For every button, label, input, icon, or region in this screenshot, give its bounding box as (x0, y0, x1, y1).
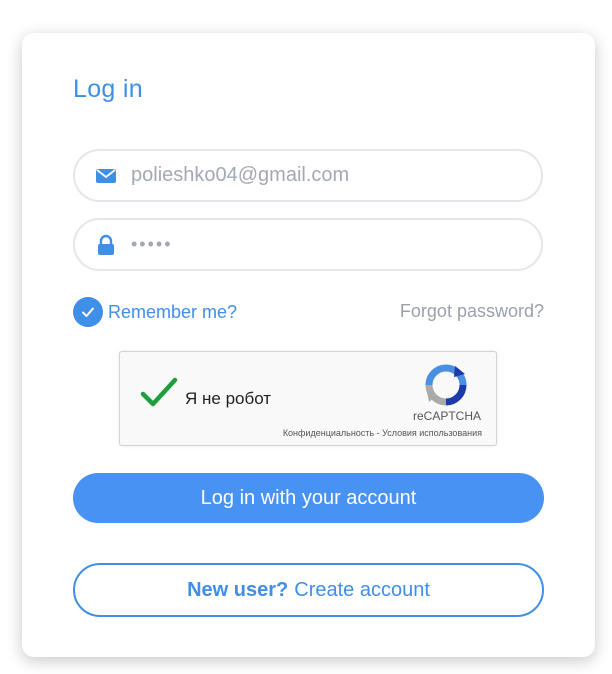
login-button[interactable]: Log in with your account (73, 473, 544, 523)
recaptcha-legal-links[interactable]: Конфиденциальность - Условия использован… (283, 428, 482, 438)
check-icon[interactable] (73, 297, 103, 327)
password-input[interactable] (131, 220, 521, 269)
new-user-prefix: New user? (187, 578, 289, 601)
create-account-button[interactable]: New user? Create account (73, 563, 544, 617)
email-input[interactable] (131, 151, 521, 200)
password-field[interactable] (73, 218, 543, 271)
recaptcha-widget[interactable]: Я не робот reCAPTCHA Конфиденциальность … (119, 351, 497, 446)
remember-me-label[interactable]: Remember me? (108, 302, 237, 323)
recaptcha-logo-icon (425, 364, 467, 406)
login-card: Log in Remember me? Forgot password? Я н… (22, 33, 595, 657)
page-title: Log in (73, 75, 143, 103)
forgot-password-link[interactable]: Forgot password? (400, 301, 544, 322)
envelope-icon (96, 169, 116, 183)
lock-icon (98, 234, 114, 255)
email-field[interactable] (73, 149, 543, 202)
remember-me-checkbox[interactable]: Remember me? (73, 297, 237, 327)
recaptcha-brand: reCAPTCHA (412, 409, 481, 423)
create-account-label: Create account (294, 578, 430, 601)
captcha-checkmark-icon[interactable] (140, 377, 178, 409)
captcha-label: Я не робот (185, 389, 272, 408)
